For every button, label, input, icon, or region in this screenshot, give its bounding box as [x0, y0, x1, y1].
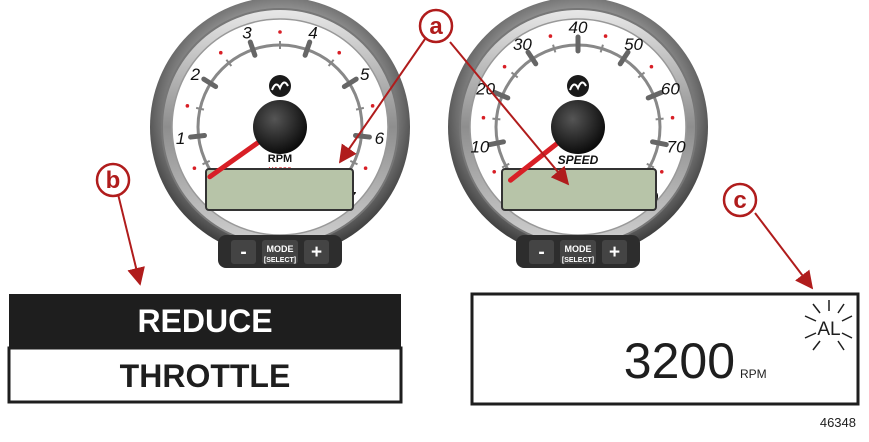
tach-scale-label: 4 [308, 24, 317, 43]
mode-label: MODE [565, 244, 592, 254]
figure-number: 46348 [820, 415, 856, 430]
minus-label: - [240, 242, 246, 263]
speedo-scale-label: 20 [475, 80, 495, 99]
tach-unit-label: RPM [268, 153, 292, 165]
figure-svg: 01234567 RPM X1000 - MODE [SELECT] + [7, 0, 860, 430]
speedo-lcd-display [501, 168, 657, 211]
mode-label: MODE [267, 244, 294, 254]
tach-mode-select-button[interactable]: MODE [SELECT] [262, 240, 298, 264]
speedo-minor-dot [670, 115, 675, 120]
tach-minus-button[interactable]: - [231, 240, 256, 264]
speedo-minor-dot [548, 34, 553, 38]
speedo-scale-label: 10 [470, 138, 489, 157]
callout-b-arrow [117, 193, 145, 286]
tach-plus-button[interactable]: + [304, 240, 329, 264]
speedo-unit-label: SPEED [558, 153, 599, 167]
figure: 01234567 RPM X1000 - MODE [SELECT] + [0, 0, 869, 437]
callout-a-letter: a [429, 13, 443, 40]
callout-c-arrow [754, 212, 814, 290]
tach-button-bar: - MODE [SELECT] + [218, 235, 342, 268]
tach-minor-dot [370, 104, 375, 108]
alarm-indicator-text: AL [817, 319, 840, 340]
panel-b-line2: THROTTLE [120, 358, 291, 394]
tach-scale-label: 6 [375, 129, 385, 148]
minus-label: - [538, 242, 544, 263]
reduce-throttle-display: REDUCE THROTTLE [7, 294, 403, 404]
speedo-scale-label: 40 [569, 18, 588, 37]
tachometer-gauge: 01234567 RPM X1000 - MODE [SELECT] + [150, 0, 410, 268]
tach-minor-dot [278, 30, 282, 34]
tach-minor-dot [192, 166, 197, 171]
speedo-major-tick [487, 139, 506, 148]
callout-c: c [722, 182, 814, 290]
panel-b-line1: REDUCE [137, 303, 272, 339]
speedo-minor-dot [492, 169, 497, 174]
select-label: [SELECT] [264, 257, 296, 264]
tach-minor-dot [337, 50, 342, 55]
tach-lcd-display [205, 168, 354, 211]
speedo-minor-tick [492, 117, 501, 121]
mercury-logo-icon [567, 75, 589, 97]
speedo-plus-button[interactable]: + [602, 240, 627, 264]
tach-minor-dot [185, 104, 190, 108]
tach-minor-dot [363, 166, 368, 171]
tach-minor-dot [218, 50, 223, 55]
speedo-scale-label: 60 [661, 80, 680, 99]
tach-scale-label: 2 [190, 65, 201, 84]
speedometer-gauge: 01020304050607080 SPEED - MODE [SELECT] … [448, 0, 708, 268]
speedo-mode-select-button[interactable]: MODE [SELECT] [560, 240, 596, 264]
callout-c-letter: c [733, 187, 746, 214]
speedo-minor-dot [649, 64, 654, 69]
speedo-minor-dot [659, 169, 664, 174]
tach-scale-label: 3 [242, 24, 252, 43]
rpm-unit: RPM [740, 367, 767, 381]
callout-b-letter: b [106, 167, 121, 194]
speedo-scale-label: 50 [624, 35, 643, 54]
mercury-logo-icon [269, 75, 291, 97]
rpm-value: 3200 [624, 333, 735, 389]
callout-b: b [95, 162, 145, 286]
plus-label: + [311, 242, 322, 263]
select-label: [SELECT] [562, 257, 594, 264]
tach-needle-hub [253, 100, 307, 154]
speedo-scale-label: 70 [667, 138, 686, 157]
tach-major-tick [188, 133, 207, 140]
speedo-minor-dot [481, 115, 486, 120]
speedo-minor-tick [655, 117, 664, 121]
speedo-major-tick [650, 139, 669, 148]
plus-label: + [609, 242, 620, 263]
speedo-minor-dot [502, 64, 507, 69]
speedo-needle-hub [551, 100, 605, 154]
tach-scale-label: 5 [360, 65, 370, 84]
speedo-button-bar: - MODE [SELECT] + [516, 235, 640, 268]
speedo-minus-button[interactable]: - [529, 240, 554, 264]
speedo-minor-dot [603, 34, 608, 38]
rpm-alarm-display: AL 3200 RPM [470, 292, 860, 406]
speedo-scale-label: 30 [513, 35, 532, 54]
tach-scale-label: 1 [176, 129, 185, 148]
